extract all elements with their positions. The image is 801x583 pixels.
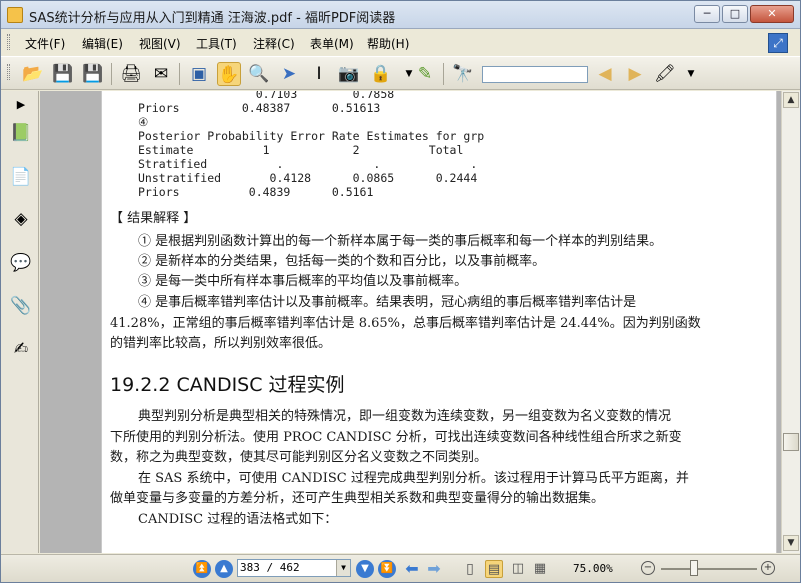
back-icon[interactable]: ⬅ xyxy=(403,560,421,578)
output-line: Estimate 1 2 Total xyxy=(138,143,464,157)
scroll-down-icon[interactable]: ▼ xyxy=(783,535,799,551)
toolbar-grip xyxy=(7,64,10,80)
search-input[interactable] xyxy=(482,66,588,83)
minimize-button[interactable]: ─ xyxy=(694,5,720,23)
title-bar: SAS统计分析与应用从入门到精通 汪海波.pdf - 福昕PDF阅读器 ─ □ … xyxy=(1,1,800,29)
select-tool-icon[interactable]: ➤ xyxy=(277,62,301,86)
output-line: Stratified . . . xyxy=(138,157,478,171)
application-window: SAS统计分析与应用从入门到精通 汪海波.pdf - 福昕PDF阅读器 ─ □ … xyxy=(0,0,801,583)
scroll-up-icon[interactable]: ▲ xyxy=(783,92,799,108)
snapshot-icon[interactable]: 📷 xyxy=(337,62,361,86)
page-dropdown-icon[interactable]: ▼ xyxy=(336,560,350,576)
close-button[interactable]: ✕ xyxy=(750,5,794,23)
typewriter-icon[interactable]: ✎ xyxy=(413,62,437,86)
separator xyxy=(179,63,180,85)
app-icon xyxy=(7,7,23,23)
status-bar: ⏫ ▲ 383 / 462 ▼ ▼ ⏬ ⬅ ➡ ▯ ▤ ◫ ▦ 75.00% −… xyxy=(1,554,800,582)
single-page-icon[interactable]: ▯ xyxy=(461,560,479,578)
result-item: ③ 是每一类中所有样本事后概率的平均值以及事前概率。 xyxy=(138,274,468,289)
attachments-icon[interactable]: 📎 xyxy=(9,294,33,318)
email-icon[interactable]: ✉ xyxy=(149,62,173,86)
rms-icon[interactable]: 🔒 xyxy=(369,62,393,86)
comments-icon[interactable]: 💬 xyxy=(9,251,33,275)
menu-forms[interactable]: 表单(M) xyxy=(310,35,354,52)
pages-icon[interactable]: 📄 xyxy=(9,165,33,189)
last-page-icon[interactable]: ⏬ xyxy=(378,560,396,578)
continuous-facing-icon[interactable]: ▦ xyxy=(531,560,549,578)
zoom-in-button[interactable]: + xyxy=(761,561,775,575)
save-as-icon[interactable]: 💾 xyxy=(81,62,105,86)
zoom-slider-knob[interactable] xyxy=(690,560,698,576)
vertical-scrollbar[interactable]: ▲ ▼ xyxy=(781,91,800,553)
page-gutter-left xyxy=(40,91,101,553)
menu-file[interactable]: 文件(F) xyxy=(25,35,65,52)
output-line: Posterior Probability Error Rate Estimat… xyxy=(138,129,485,143)
next-page-icon[interactable]: ▼ xyxy=(356,560,374,578)
open-icon[interactable]: 📂 xyxy=(21,62,45,86)
result-item-cont: 的错判率比较高，所以判别效率很低。 xyxy=(110,336,332,351)
menu-help[interactable]: 帮助(H) xyxy=(367,35,409,52)
menu-tools[interactable]: 工具(T) xyxy=(196,35,237,52)
zoom-value[interactable]: 75.00% xyxy=(573,562,613,575)
zoom-out-button[interactable]: − xyxy=(641,561,655,575)
forward-icon[interactable]: ➡ xyxy=(425,560,443,578)
window-title: SAS统计分析与应用从入门到精通 汪海波.pdf - 福昕PDF阅读器 xyxy=(29,11,396,26)
layers-icon[interactable]: ◈ xyxy=(9,207,33,231)
result-item: ② 是新样本的分类结果，包括每一类的个数和百分比，以及事前概率。 xyxy=(138,254,546,269)
zoom-tool-icon[interactable]: 🔍 xyxy=(247,62,271,86)
toolbar: 📂 💾 💾 🖨 ✉ ▣ ✋ 🔍 ➤ Ⅰ 📷 🔒 ▼ ✎ 🔭 ◀ ▶ 🖍 ▼ xyxy=(1,56,800,90)
navigation-sidebar: ▶ 📗 📄 ◈ 💬 📎 ✍ xyxy=(1,91,39,553)
paragraph-line: CANDISC 过程的语法格式如下： xyxy=(138,512,338,527)
zoom-slider-track[interactable] xyxy=(661,568,757,570)
prev-page-icon[interactable]: ▲ xyxy=(215,560,233,578)
search-prev-icon[interactable]: ◀ xyxy=(593,62,617,86)
section-title: 【 结果解释 】 xyxy=(110,211,197,226)
output-line: 0.7103 0.7858 xyxy=(138,91,395,101)
facing-page-icon[interactable]: ◫ xyxy=(509,560,527,578)
save-icon[interactable]: 💾 xyxy=(51,62,75,86)
result-item: ① 是根据判别函数计算出的每一个新样本属于每一类的事后概率和每一个样本的判别结果… xyxy=(138,234,663,249)
paragraph-line: 典型判别分析是典型相关的特殊情况，即一组变数为连续变数，另一组变数为名义变数的情… xyxy=(138,409,672,424)
paragraph-line: 数，称之为典型变数，使其尽可能判别区分名义变数之不同类别。 xyxy=(110,450,488,465)
hand-tool-icon[interactable]: ✋ xyxy=(217,62,241,86)
page-number-input[interactable]: 383 / 462 ▼ xyxy=(237,559,351,577)
maximize-button[interactable]: □ xyxy=(722,5,748,23)
output-line: Unstratified 0.4128 0.0865 0.2444 xyxy=(138,171,478,185)
result-item: ④ 是事后概率错判率估计以及事前概率。结果表明，冠心病组的事后概率错判率估计是 xyxy=(138,295,637,310)
menu-bar: 文件(F) 编辑(E) 视图(V) 工具(T) 注释(C) 表单(M) 帮助(H… xyxy=(1,30,800,55)
document-page: 0.7103 0.7858 Priors 0.48387 0.51613 ④ P… xyxy=(101,91,777,553)
menu-comments[interactable]: 注释(C) xyxy=(253,35,295,52)
output-line: ④ xyxy=(138,115,149,129)
signatures-icon[interactable]: ✍ xyxy=(9,337,33,361)
menu-edit[interactable]: 编辑(E) xyxy=(82,35,123,52)
separator xyxy=(443,63,444,85)
highlight-icon[interactable]: 🖍 xyxy=(653,62,677,86)
section-heading: 19.2.2 CANDISC 过程实例 xyxy=(110,374,345,396)
continuous-page-icon[interactable]: ▤ xyxy=(485,560,503,578)
text-select-icon[interactable]: Ⅰ xyxy=(307,62,331,86)
binoculars-icon[interactable]: 🔭 xyxy=(451,62,475,86)
highlight-dropdown-icon[interactable]: ▼ xyxy=(679,62,703,86)
result-item-cont: 41.28%，正常组的事后概率错判率估计是 8.65%，总事后概率错判率估计是 … xyxy=(110,316,701,331)
print-icon[interactable]: 🖨 xyxy=(119,62,143,86)
scroll-thumb[interactable] xyxy=(783,433,799,451)
paragraph-line: 在 SAS 系统中，可使用 CANDISC 过程完成典型判别分析。该过程用于计算… xyxy=(138,471,689,486)
fullscreen-icon[interactable]: ▣ xyxy=(187,62,211,86)
menu-grip xyxy=(7,34,10,50)
output-line: Priors 0.48387 0.51613 xyxy=(138,101,381,115)
bookmarks-icon[interactable]: 📗 xyxy=(9,121,33,145)
search-next-icon[interactable]: ▶ xyxy=(623,62,647,86)
menu-view[interactable]: 视图(V) xyxy=(139,35,181,52)
paragraph-line: 下所使用的判别分析法。使用 PROC CANDISC 分析，可找出连续变数间各种… xyxy=(110,430,682,445)
output-line: Priors 0.4839 0.5161 xyxy=(138,185,374,199)
separator xyxy=(111,63,112,85)
first-page-icon[interactable]: ⏫ xyxy=(193,560,211,578)
expand-arrow-icon[interactable]: ▶ xyxy=(9,93,33,117)
page-number-value: 383 / 462 xyxy=(240,561,300,574)
paragraph-line: 做单变量与多变量的方差分析，还可产生典型相关系数和典型变量得分的输出数据集。 xyxy=(110,491,605,506)
restore-layout-icon[interactable]: ⤢ xyxy=(768,33,788,53)
